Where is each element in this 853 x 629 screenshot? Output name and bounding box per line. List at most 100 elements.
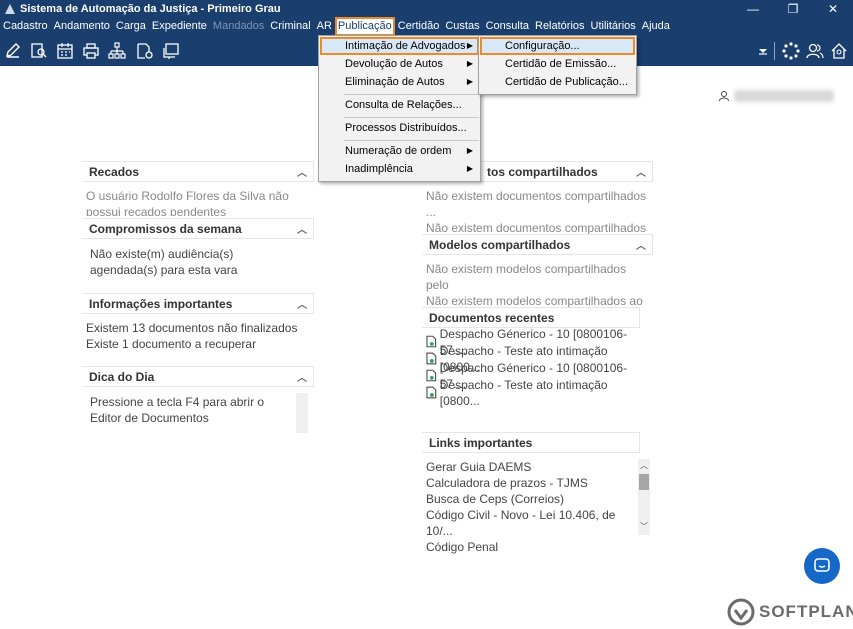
collapse-chevron-icon[interactable]: ︿ xyxy=(297,369,307,384)
list-item: Não existem documentos compartilhados ..… xyxy=(426,189,647,219)
menu-criminal[interactable]: Criminal xyxy=(267,17,313,36)
screen-icon[interactable] xyxy=(162,42,180,60)
submenu-arrow-icon: ▶ xyxy=(466,77,473,86)
submenu-arrow-icon: ▶ xyxy=(466,41,473,50)
home-user-icon[interactable] xyxy=(830,42,848,60)
informacoes-list: Existem 13 documentos não finalizados Ex… xyxy=(86,320,306,352)
menu-ajuda[interactable]: Ajuda xyxy=(639,17,673,36)
search-doc-icon[interactable] xyxy=(30,42,48,60)
app-logo-icon xyxy=(5,3,15,14)
softplan-logo-text: SOFTPLAN xyxy=(759,602,853,621)
user-icon xyxy=(719,91,729,102)
menu-bar: Cadastro Andamento Carga Expediente Mand… xyxy=(0,17,853,36)
modelos-title: Modelos compartilhados xyxy=(429,237,571,252)
menu-certidao[interactable]: Certidão xyxy=(395,17,443,36)
collapse-chevron-icon[interactable]: ︿ xyxy=(636,237,646,252)
menu-publicacao[interactable]: Publicação xyxy=(334,17,395,36)
minimize-button[interactable]: — xyxy=(733,0,773,17)
intimacao-submenu: Configuração... Certidão de Emissão... C… xyxy=(478,35,637,95)
link-item[interactable]: Código Penal xyxy=(426,539,636,555)
print-icon[interactable] xyxy=(82,42,100,60)
collapse-chevron-icon[interactable]: ︿ xyxy=(636,164,646,179)
links-title: Links importantes xyxy=(429,435,533,450)
toolbar-divider xyxy=(774,42,775,60)
menu-separator xyxy=(344,94,479,95)
link-item[interactable]: Calculadora de prazos - TJMS xyxy=(426,475,636,491)
menu-utilitarios[interactable]: Utilitários xyxy=(588,17,639,36)
menu-numeracao-ordem[interactable]: Numeração de ordem ▶ xyxy=(320,142,479,160)
informacoes-panel-header[interactable]: Informações importantes ︿ xyxy=(82,293,314,314)
links-scrollbar[interactable]: ︿ ﹀ xyxy=(638,459,650,535)
link-item[interactable]: Gerar Guia DAEMS xyxy=(426,459,636,475)
recados-text: O usuário Rodolfo Flores da Silva não po… xyxy=(86,189,289,216)
org-chart-icon[interactable] xyxy=(108,42,126,60)
edit-icon[interactable] xyxy=(4,42,22,60)
restore-button[interactable]: ❐ xyxy=(773,0,813,17)
menu-eliminacao-autos[interactable]: Eliminação de Autos ▶ xyxy=(320,73,479,91)
scroll-thumb[interactable] xyxy=(639,474,649,490)
menu-ar[interactable]: AR xyxy=(314,17,335,36)
menu-carga[interactable]: Carga xyxy=(113,17,149,36)
softplan-logo-icon xyxy=(727,598,755,626)
user-name-blurred xyxy=(734,90,834,102)
collapse-chevron-icon[interactable]: ︿ xyxy=(297,221,307,236)
menu-relatorios[interactable]: Relatórios xyxy=(532,17,588,36)
recados-title: Recados xyxy=(89,164,140,179)
document-gear-icon[interactable] xyxy=(136,42,154,60)
link-item[interactable]: Busca de Ceps (Correios) xyxy=(426,491,636,507)
submenu-arrow-icon: ▶ xyxy=(466,59,473,68)
recados-panel-header[interactable]: Recados ︿ xyxy=(82,161,314,182)
links-header[interactable]: Links importantes xyxy=(422,432,640,453)
softplan-logo: SOFTPLAN xyxy=(727,598,853,626)
recent-document-item[interactable]: Despacho - Teste ato intimação [0800... xyxy=(426,378,646,408)
documentos-compartilhados-title: tos compartilhados xyxy=(487,164,598,179)
window-title: Sistema de Automação da Justiça - Primei… xyxy=(20,2,281,15)
menu-cadastro[interactable]: Cadastro xyxy=(0,17,51,36)
menu-consulta-relacoes[interactable]: Consulta de Relações... xyxy=(320,96,479,114)
title-bar: Sistema de Automação da Justiça - Primei… xyxy=(0,0,853,17)
menu-configuracao[interactable]: Configuração... xyxy=(480,37,635,55)
submenu-arrow-icon: ▶ xyxy=(466,164,473,173)
scroll-up-icon[interactable]: ︿ xyxy=(640,460,648,471)
close-button[interactable]: ✕ xyxy=(813,0,853,17)
scroll-down-icon[interactable]: ﹀ xyxy=(640,521,648,532)
collapse-chevron-icon[interactable]: ︿ xyxy=(297,296,307,311)
modelos-header[interactable]: Modelos compartilhados ︿ xyxy=(422,234,653,255)
menu-andamento[interactable]: Andamento xyxy=(51,17,113,36)
menu-processos-distribuidos[interactable]: Processos Distribuídos... xyxy=(320,119,479,137)
menu-intimacao-advogados[interactable]: Intimação de Advogados ▶ xyxy=(320,37,479,55)
menu-mandados: Mandados xyxy=(212,20,265,32)
menu-expediente[interactable]: Expediente xyxy=(149,17,210,36)
links-list: Gerar Guia DAEMS Calculadora de prazos -… xyxy=(426,459,636,555)
document-icon xyxy=(426,335,437,348)
list-item: Não existem modelos compartilhados pelo xyxy=(426,262,627,292)
menu-consulta[interactable]: Consulta xyxy=(483,17,532,36)
informacoes-line: Existem 13 documentos não finalizados xyxy=(86,321,298,335)
dica-scrollbar[interactable] xyxy=(296,393,308,433)
menu-separator xyxy=(344,140,479,141)
informacoes-line: Existe 1 documento a recuperar xyxy=(86,337,257,351)
document-icon xyxy=(426,386,437,399)
recentes-title: Documentos recentes xyxy=(429,310,555,325)
chat-button[interactable] xyxy=(804,548,840,584)
link-item[interactable]: Código Civil - Novo - Lei 10.406, de 10/… xyxy=(426,507,636,539)
users-icon[interactable] xyxy=(806,42,824,60)
submenu-arrow-icon: ▶ xyxy=(466,146,473,155)
menu-custas[interactable]: Custas xyxy=(442,17,482,36)
menu-inadimplencia[interactable]: Inadimplência ▶ xyxy=(320,160,479,178)
menu-certidao-publicacao[interactable]: Certidão de Publicação... xyxy=(480,73,635,91)
menu-certidao-emissao[interactable]: Certidão de Emissão... xyxy=(480,55,635,73)
dica-panel-header[interactable]: Dica do Dia ︿ xyxy=(82,366,314,387)
collapse-chevron-icon[interactable]: ︿ xyxy=(297,164,307,179)
document-icon xyxy=(426,369,437,382)
dica-text: Pressione a tecla F4 para abrir o Editor… xyxy=(90,395,265,425)
compromissos-panel-header[interactable]: Compromissos da semana ︿ xyxy=(82,218,314,239)
recentes-list: Despacho Génerico - 10 [0800106-57.... D… xyxy=(426,327,646,408)
calendar-icon[interactable] xyxy=(56,42,74,60)
informacoes-title: Informações importantes xyxy=(89,296,233,311)
spinner-icon[interactable] xyxy=(782,42,800,60)
dica-title: Dica do Dia xyxy=(89,369,155,384)
menu-devolucao-autos[interactable]: Devolução de Autos ▶ xyxy=(320,55,479,73)
dropdown-arrow-icon[interactable] xyxy=(754,42,772,60)
document-icon xyxy=(426,352,437,365)
